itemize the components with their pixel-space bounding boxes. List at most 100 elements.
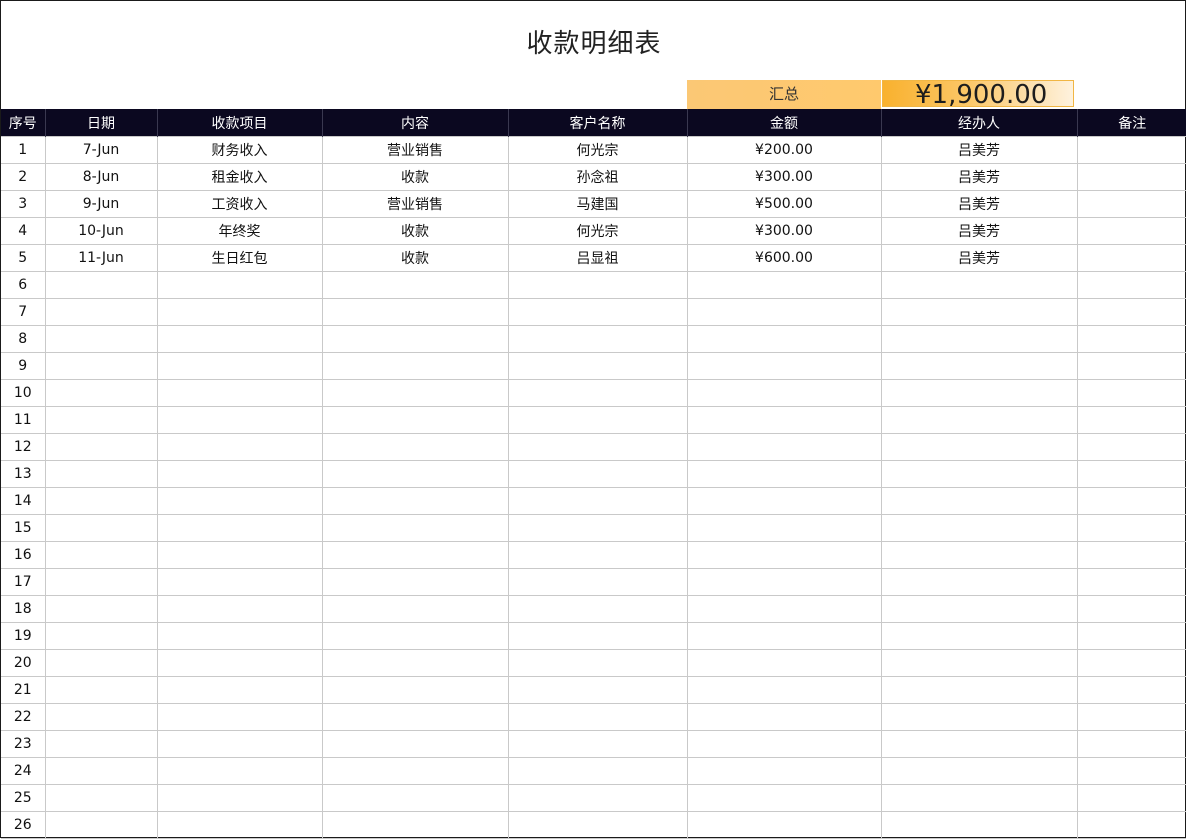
cell-date[interactable] xyxy=(44,568,158,596)
cell-content[interactable]: 营业销售 xyxy=(321,190,509,218)
cell-date[interactable] xyxy=(44,703,158,731)
cell-remark[interactable] xyxy=(1076,541,1186,569)
cell-handler[interactable] xyxy=(880,298,1078,326)
column-header-amount[interactable]: 金额 xyxy=(686,109,881,137)
summary-total-value[interactable]: ¥1,900.00 xyxy=(882,80,1074,109)
cell-date[interactable] xyxy=(44,649,158,677)
cell-remark[interactable] xyxy=(1076,568,1186,596)
cell-date[interactable] xyxy=(44,460,158,488)
cell-remark[interactable] xyxy=(1076,271,1186,299)
cell-customer[interactable]: 何光宗 xyxy=(507,136,688,164)
cell-item[interactable]: 工资收入 xyxy=(156,190,323,218)
cell-handler[interactable] xyxy=(880,811,1078,839)
cell-handler[interactable] xyxy=(880,703,1078,731)
cell-item[interactable] xyxy=(156,784,323,812)
column-header-handler[interactable]: 经办人 xyxy=(880,109,1077,137)
cell-amount[interactable]: ¥600.00 xyxy=(686,244,882,272)
cell-item[interactable] xyxy=(156,406,323,434)
cell-index[interactable]: 14 xyxy=(1,487,46,515)
cell-handler[interactable] xyxy=(880,271,1078,299)
cell-item[interactable]: 生日红包 xyxy=(156,244,323,272)
cell-handler[interactable] xyxy=(880,487,1078,515)
cell-customer[interactable] xyxy=(507,622,688,650)
cell-remark[interactable] xyxy=(1076,811,1186,839)
cell-remark[interactable] xyxy=(1076,757,1186,785)
column-header-index[interactable]: 序号 xyxy=(1,109,45,137)
cell-item[interactable]: 年终奖 xyxy=(156,217,323,245)
cell-amount[interactable] xyxy=(686,406,882,434)
cell-handler[interactable]: 吕美芳 xyxy=(880,136,1078,164)
cell-item[interactable] xyxy=(156,757,323,785)
cell-handler[interactable] xyxy=(880,406,1078,434)
cell-content[interactable] xyxy=(321,352,509,380)
cell-item[interactable]: 财务收入 xyxy=(156,136,323,164)
cell-amount[interactable]: ¥300.00 xyxy=(686,217,882,245)
cell-index[interactable]: 11 xyxy=(1,406,46,434)
cell-remark[interactable] xyxy=(1076,595,1186,623)
cell-item[interactable]: 租金收入 xyxy=(156,163,323,191)
cell-date[interactable] xyxy=(44,811,158,839)
cell-handler[interactable]: 吕美芳 xyxy=(880,217,1078,245)
cell-amount[interactable] xyxy=(686,271,882,299)
column-header-item[interactable]: 收款项目 xyxy=(156,109,322,137)
cell-item[interactable] xyxy=(156,271,323,299)
cell-handler[interactable] xyxy=(880,622,1078,650)
cell-date[interactable]: 9-Jun xyxy=(44,190,158,218)
cell-index[interactable]: 22 xyxy=(1,703,46,731)
cell-item[interactable] xyxy=(156,595,323,623)
cell-item[interactable] xyxy=(156,676,323,704)
cell-customer[interactable] xyxy=(507,271,688,299)
cell-handler[interactable] xyxy=(880,649,1078,677)
cell-remark[interactable] xyxy=(1076,784,1186,812)
cell-customer[interactable] xyxy=(507,568,688,596)
cell-index[interactable]: 23 xyxy=(1,730,46,758)
cell-content[interactable] xyxy=(321,757,509,785)
cell-index[interactable]: 24 xyxy=(1,757,46,785)
cell-amount[interactable] xyxy=(686,811,882,839)
cell-customer[interactable] xyxy=(507,757,688,785)
cell-remark[interactable] xyxy=(1076,514,1186,542)
cell-remark[interactable] xyxy=(1076,730,1186,758)
cell-index[interactable]: 26 xyxy=(1,811,46,839)
cell-date[interactable]: 7-Jun xyxy=(44,136,158,164)
column-header-content[interactable]: 内容 xyxy=(321,109,508,137)
cell-item[interactable] xyxy=(156,568,323,596)
cell-handler[interactable]: 吕美芳 xyxy=(880,244,1078,272)
cell-customer[interactable] xyxy=(507,811,688,839)
cell-remark[interactable] xyxy=(1076,325,1186,353)
column-header-date[interactable]: 日期 xyxy=(44,109,157,137)
cell-remark[interactable] xyxy=(1076,487,1186,515)
cell-amount[interactable] xyxy=(686,676,882,704)
cell-index[interactable]: 5 xyxy=(1,244,46,272)
cell-handler[interactable] xyxy=(880,595,1078,623)
cell-remark[interactable] xyxy=(1076,217,1186,245)
cell-content[interactable] xyxy=(321,595,509,623)
cell-customer[interactable] xyxy=(507,595,688,623)
cell-amount[interactable] xyxy=(686,595,882,623)
cell-index[interactable]: 7 xyxy=(1,298,46,326)
cell-amount[interactable] xyxy=(686,298,882,326)
cell-handler[interactable] xyxy=(880,568,1078,596)
cell-content[interactable] xyxy=(321,325,509,353)
cell-remark[interactable] xyxy=(1076,352,1186,380)
cell-item[interactable] xyxy=(156,541,323,569)
cell-item[interactable] xyxy=(156,487,323,515)
cell-handler[interactable] xyxy=(880,676,1078,704)
cell-index[interactable]: 10 xyxy=(1,379,46,407)
cell-date[interactable] xyxy=(44,541,158,569)
cell-content[interactable] xyxy=(321,406,509,434)
cell-item[interactable] xyxy=(156,703,323,731)
cell-index[interactable]: 15 xyxy=(1,514,46,542)
cell-handler[interactable] xyxy=(880,514,1078,542)
cell-date[interactable] xyxy=(44,514,158,542)
cell-index[interactable]: 25 xyxy=(1,784,46,812)
cell-amount[interactable] xyxy=(686,568,882,596)
cell-content[interactable]: 收款 xyxy=(321,217,509,245)
cell-date[interactable] xyxy=(44,487,158,515)
cell-date[interactable] xyxy=(44,676,158,704)
cell-customer[interactable] xyxy=(507,703,688,731)
cell-amount[interactable] xyxy=(686,433,882,461)
cell-index[interactable]: 18 xyxy=(1,595,46,623)
cell-remark[interactable] xyxy=(1076,649,1186,677)
cell-amount[interactable] xyxy=(686,784,882,812)
